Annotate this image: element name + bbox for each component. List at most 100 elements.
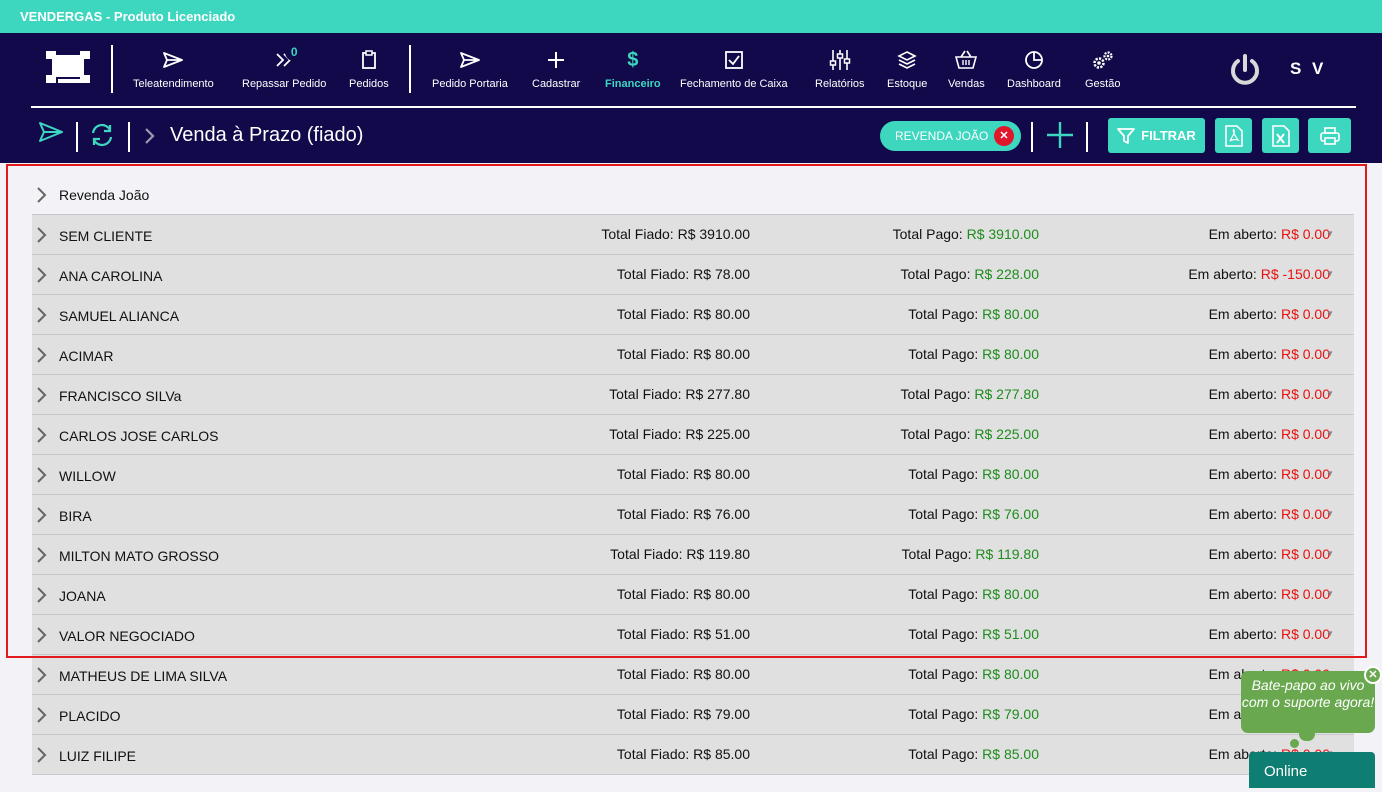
- nav-estoque[interactable]: Estoque: [887, 47, 927, 90]
- total-pago-label: Total Pago:: [892, 226, 963, 242]
- refresh-icon[interactable]: [89, 122, 115, 153]
- dropdown-caret-icon[interactable]: ▼: [1326, 229, 1334, 238]
- dropdown-caret-icon[interactable]: ▼: [1326, 429, 1334, 438]
- dropdown-caret-icon[interactable]: ▼: [1326, 629, 1334, 638]
- nav-relatorios[interactable]: Relatórios: [815, 47, 865, 90]
- table-row[interactable]: LUIZ FILIPE Total Fiado: R$ 85.00 Total Pa…: [32, 735, 1354, 775]
- total-fiado-label: Total Fiado:: [616, 466, 690, 482]
- power-icon[interactable]: [1228, 53, 1262, 92]
- nav-divider: [111, 45, 113, 93]
- group-header[interactable]: Revenda João: [32, 175, 1354, 215]
- table-row[interactable]: MILTON MATO GROSSO Total Fiado: R$ 119.80…: [32, 535, 1354, 575]
- chevron-right-icon: [36, 747, 48, 768]
- total-pago-label: Total Pago:: [908, 346, 979, 362]
- total-pago-label: Total Pago:: [908, 706, 979, 722]
- nav-repassar-pedido[interactable]: 0 Repassar Pedido: [242, 43, 326, 90]
- export-excel-button[interactable]: [1262, 118, 1299, 153]
- print-button[interactable]: [1308, 118, 1351, 153]
- nav-gestao[interactable]: Gestão: [1085, 47, 1120, 90]
- breadcrumb-chevron-icon: [144, 127, 156, 150]
- nav-fechamento-caixa[interactable]: Fechamento de Caixa: [680, 47, 788, 90]
- export-pdf-button[interactable]: [1215, 118, 1252, 153]
- em-aberto-value: R$ 0.00: [1280, 586, 1330, 602]
- chevron-right-icon: [36, 467, 48, 488]
- chevron-right-icon: [36, 387, 48, 408]
- total-pago: Total Pago: R$ 80.00: [908, 586, 1039, 602]
- nav-cadastrar[interactable]: Cadastrar: [532, 47, 580, 90]
- table-row[interactable]: SAMUEL ALIANCA Total Fiado: R$ 80.00 Total…: [32, 295, 1354, 335]
- logo[interactable]: [44, 49, 92, 89]
- send-icon[interactable]: [38, 121, 64, 148]
- total-fiado: Total Fiado: R$ 119.80: [610, 546, 750, 562]
- table-row[interactable]: JOANA Total Fiado: R$ 80.00 Total Pago: R$…: [32, 575, 1354, 615]
- table-row[interactable]: FRANCISCO SILVa Total Fiado: R$ 277.80 Tot…: [32, 375, 1354, 415]
- dropdown-caret-icon[interactable]: ▼: [1326, 589, 1334, 598]
- dropdown-caret-icon[interactable]: ▼: [1326, 269, 1334, 278]
- nav-pedidos[interactable]: Pedidos: [349, 47, 389, 90]
- table-row[interactable]: VALOR NEGOCIADO Total Fiado: R$ 51.00 Tota…: [32, 615, 1354, 655]
- table-row[interactable]: ACIMAR Total Fiado: R$ 80.00 Total Pago: R…: [32, 335, 1354, 375]
- total-pago-value: R$ 277.80: [974, 386, 1039, 402]
- table-row[interactable]: ANA CAROLINA Total Fiado: R$ 78.00 Total P…: [32, 255, 1354, 295]
- em-aberto: Em aberto: R$ 0.00: [1209, 466, 1330, 482]
- chevron-right-icon: [36, 267, 48, 288]
- nav-teleatendimento[interactable]: Teleatendimento: [133, 47, 214, 90]
- chat-invite-bubble[interactable]: Bate-papo ao vivo com o suporte agora!: [1241, 671, 1375, 733]
- total-fiado-label: Total Fiado:: [601, 226, 674, 242]
- total-fiado-value: R$ 119.80: [686, 546, 750, 562]
- chat-close-icon[interactable]: ✕: [1364, 666, 1382, 684]
- em-aberto-label: Em aberto:: [1208, 626, 1278, 642]
- total-pago-value: R$ 80.00: [982, 306, 1039, 322]
- em-aberto-label: Em aberto:: [1208, 426, 1278, 442]
- nav-financeiro[interactable]: $ Financeiro: [605, 47, 661, 91]
- chip-remove-icon[interactable]: ✕: [994, 126, 1014, 146]
- chat-bubble-tail: [1290, 739, 1299, 748]
- filter-button-label: FILTRAR: [1141, 128, 1196, 143]
- user-initials[interactable]: S V: [1290, 59, 1326, 79]
- chevron-right-icon: [36, 627, 48, 648]
- em-aberto: Em aberto: R$ 0.00: [1209, 506, 1330, 522]
- total-pago-value: R$ 79.00: [982, 706, 1039, 722]
- total-fiado-value: R$ 80.00: [693, 466, 750, 482]
- dropdown-caret-icon[interactable]: ▼: [1326, 509, 1334, 518]
- chevron-right-icon: [36, 307, 48, 328]
- total-fiado-label: Total Fiado:: [610, 546, 683, 562]
- em-aberto-label: Em aberto:: [1208, 506, 1278, 522]
- dropdown-caret-icon[interactable]: ▼: [1326, 389, 1334, 398]
- customer-name: PLACIDO: [59, 708, 121, 724]
- nav-pedido-portaria[interactable]: Pedido Portaria: [432, 47, 508, 90]
- em-aberto-label: Em aberto:: [1208, 386, 1278, 402]
- em-aberto-label: Em aberto:: [1208, 226, 1278, 242]
- table-row[interactable]: CARLOS JOSE CARLOS Total Fiado: R$ 225.00…: [32, 415, 1354, 455]
- table-row[interactable]: PLACIDO Total Fiado: R$ 79.00 Total Pago: …: [32, 695, 1354, 735]
- total-fiado-value: R$ 80.00: [693, 306, 750, 322]
- chat-status-button[interactable]: Online: [1249, 752, 1375, 788]
- dropdown-caret-icon[interactable]: ▼: [1326, 549, 1334, 558]
- table-row[interactable]: BIRA Total Fiado: R$ 76.00 Total Pago: R$ …: [32, 495, 1354, 535]
- filter-chip[interactable]: REVENDA JOÃO ✕: [880, 121, 1021, 151]
- table-row[interactable]: WILLOW Total Fiado: R$ 80.00 Total Pago: R…: [32, 455, 1354, 495]
- em-aberto-value: R$ 0.00: [1280, 346, 1330, 362]
- dropdown-caret-icon[interactable]: ▼: [1326, 309, 1334, 318]
- total-pago-value: R$ 80.00: [982, 466, 1039, 482]
- filter-button[interactable]: FILTRAR: [1108, 118, 1205, 153]
- total-fiado-value: R$ 78.00: [693, 266, 750, 282]
- em-aberto-value: R$ 0.00: [1280, 546, 1330, 562]
- total-pago-label: Total Pago:: [908, 306, 979, 322]
- em-aberto-value: R$ 0.00: [1280, 306, 1330, 322]
- table-row[interactable]: SEM CLIENTE Total Fiado: R$ 3910.00 Total …: [32, 215, 1354, 255]
- subbar-divider: [1086, 122, 1088, 152]
- dropdown-caret-icon[interactable]: ▼: [1326, 349, 1334, 358]
- dollar-icon: $: [627, 48, 639, 71]
- em-aberto-label: Em aberto:: [1208, 466, 1278, 482]
- nav-dashboard[interactable]: Dashboard: [1007, 47, 1061, 90]
- page-title: Venda à Prazo (fiado): [170, 124, 364, 146]
- total-pago: Total Pago: R$ 80.00: [908, 306, 1039, 322]
- table-row[interactable]: MATHEUS DE LIMA SILVA Total Fiado: R$ 80.…: [32, 655, 1354, 695]
- total-fiado-label: Total Fiado:: [616, 586, 690, 602]
- subbar-divider: [1031, 122, 1033, 152]
- add-icon[interactable]: [1046, 121, 1074, 154]
- subbar-divider: [128, 122, 130, 152]
- nav-vendas[interactable]: Vendas: [948, 47, 985, 90]
- dropdown-caret-icon[interactable]: ▼: [1326, 469, 1334, 478]
